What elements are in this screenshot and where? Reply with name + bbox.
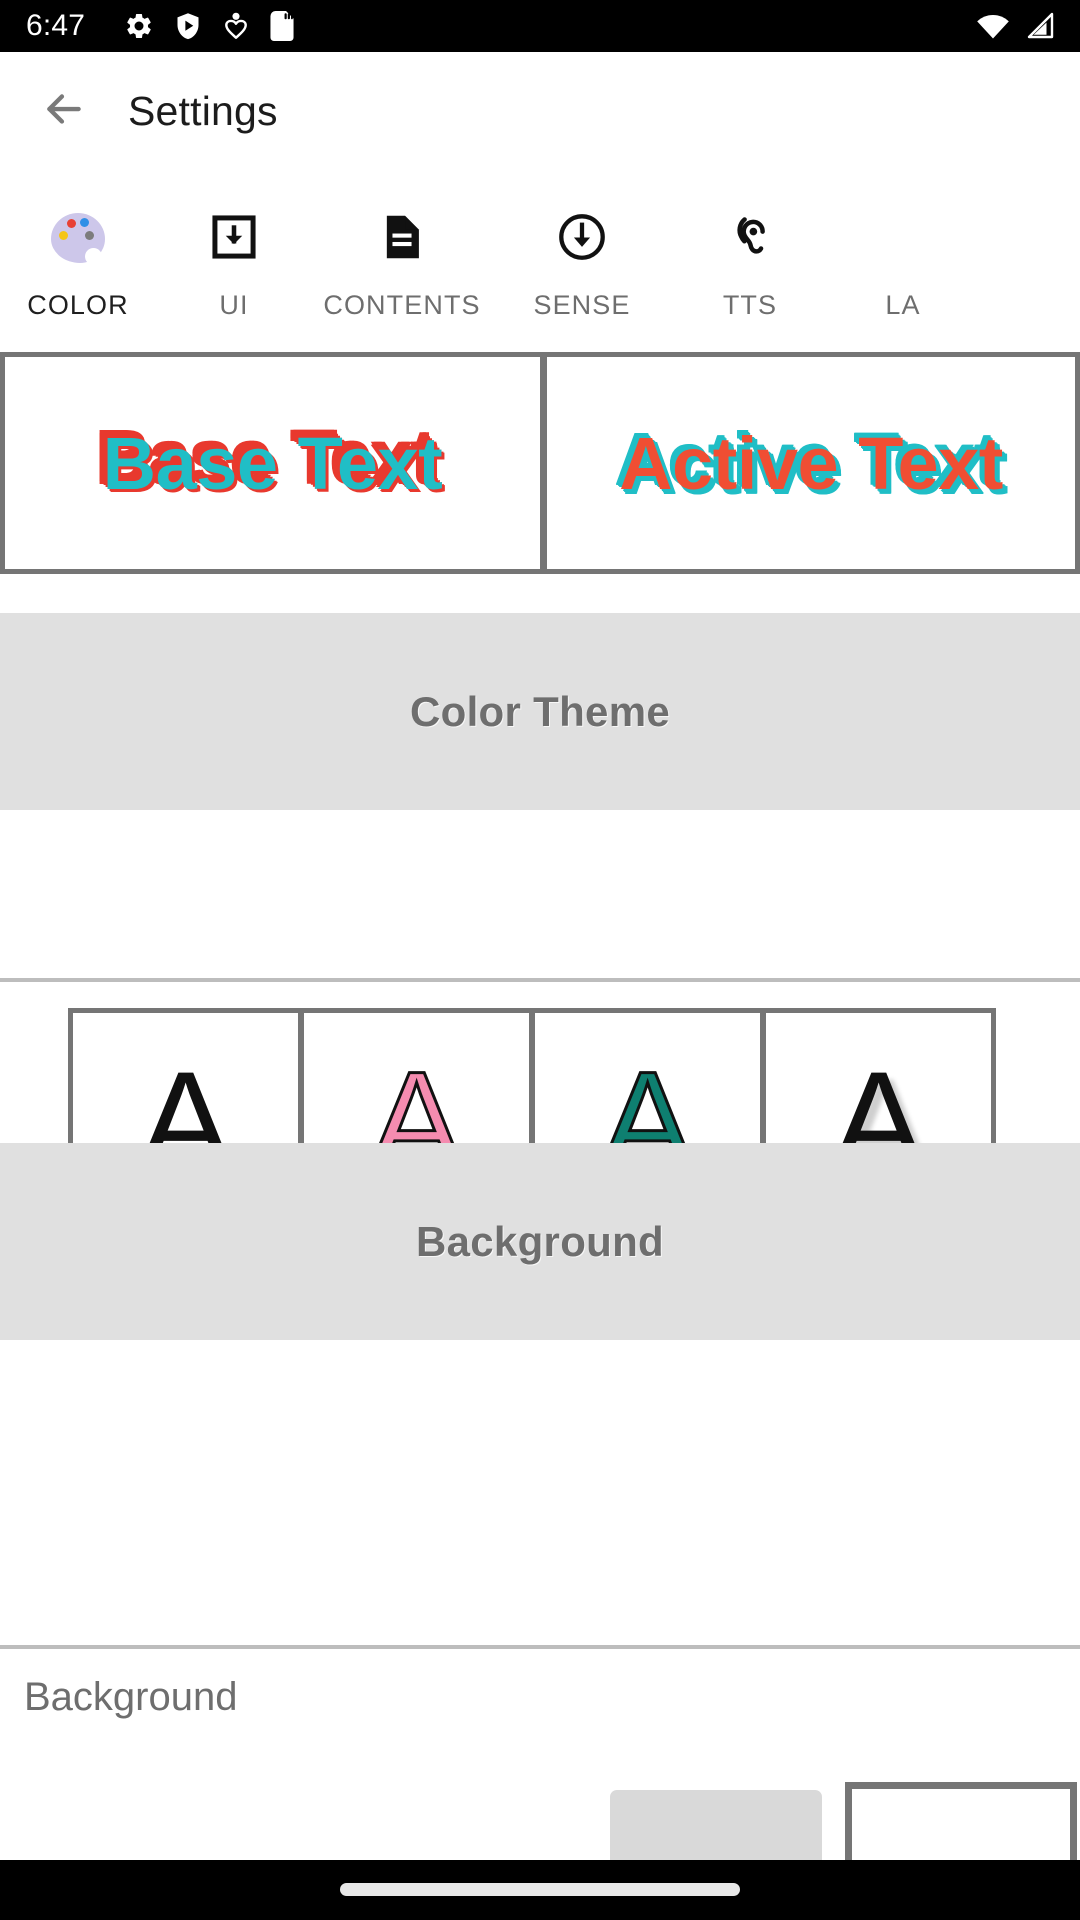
active-text-preview[interactable]: Active Text <box>547 357 1075 569</box>
system-nav-bar <box>0 1860 1080 1920</box>
base-text-preview[interactable]: Base Text <box>5 357 540 569</box>
status-bar: 6:47 <box>0 0 1080 52</box>
play-protect-shield-icon <box>173 11 203 41</box>
gear-icon <box>124 11 154 41</box>
status-bar-right <box>976 12 1054 40</box>
background-header: Background <box>0 1143 1080 1340</box>
text-preview-row: Base Text Active Text <box>0 352 1080 574</box>
color-theme-header: Color Theme <box>0 613 1080 810</box>
page-title: Settings <box>128 87 278 134</box>
base-text-sample: Base Text <box>102 421 443 505</box>
cellular-signal-icon <box>1024 12 1054 40</box>
tab-tts[interactable]: TTS <box>672 186 828 321</box>
color-theme-title: Color Theme <box>410 687 670 735</box>
sd-card-icon <box>269 11 295 41</box>
tab-label-la: LA <box>885 290 921 320</box>
tab-strip[interactable]: COLOR UI CONTENTS SENSE TTS LA <box>0 186 1080 376</box>
palette-icon <box>51 206 105 268</box>
tab-sense[interactable]: SENSE <box>492 186 672 321</box>
active-text-sample: Active Text <box>619 421 1003 505</box>
background-title: Background <box>415 1217 665 1265</box>
background-row-label: Background <box>24 1675 238 1719</box>
back-arrow-icon <box>39 84 89 139</box>
tab-label-tts: TTS <box>722 290 778 320</box>
tab-contents[interactable]: CONTENTS <box>312 186 492 321</box>
download-box-icon <box>208 206 260 268</box>
person-heart-icon <box>222 11 250 41</box>
status-time: 6:47 <box>26 9 86 42</box>
color-theme-divider <box>0 978 1080 982</box>
tab-la-cutoff[interactable]: LA <box>828 186 978 321</box>
wifi-icon <box>976 12 1010 40</box>
tab-label-sense: SENSE <box>533 290 631 320</box>
back-button[interactable] <box>36 83 92 139</box>
tab-label-contents: CONTENTS <box>323 290 481 320</box>
status-bar-left: 6:47 <box>26 9 295 43</box>
arrow-down-circle-icon <box>555 206 609 268</box>
tab-color[interactable]: COLOR <box>0 186 156 321</box>
home-gesture-pill[interactable] <box>340 1883 740 1896</box>
tab-ui[interactable]: UI <box>156 186 312 321</box>
tab-label-ui: UI <box>219 290 249 320</box>
app-toolbar: Settings <box>0 52 1080 170</box>
document-lines-icon <box>376 206 428 268</box>
ear-hearing-icon <box>723 206 777 268</box>
tab-label-color: COLOR <box>27 290 129 320</box>
background-divider <box>0 1645 1080 1649</box>
